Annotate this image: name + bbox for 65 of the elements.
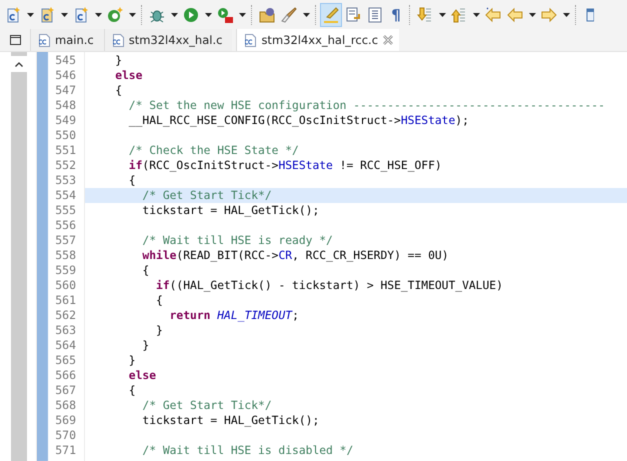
pilcrow-button[interactable]: ¶ — [386, 2, 406, 26]
line-number: 548 — [54, 98, 77, 113]
c-file-icon — [112, 34, 124, 46]
line-number: 550 — [54, 128, 77, 143]
dropdown-caret-icon — [204, 12, 212, 16]
back-arrow-icon — [485, 6, 501, 22]
chevron-up-icon — [15, 62, 23, 66]
dropdown-caret-icon — [60, 12, 68, 16]
line-number: 549 — [54, 113, 77, 128]
line-number: 561 — [54, 293, 77, 308]
line-number: 569 — [54, 413, 77, 428]
c-file-icon — [39, 34, 50, 46]
up-arrow-icon — [451, 6, 467, 22]
line-number: 566 — [54, 368, 77, 383]
dropdown-caret-icon — [128, 12, 136, 16]
line-number: 564 — [54, 338, 77, 353]
dropdown-caret-icon — [528, 12, 536, 16]
c-file-icon — [245, 34, 256, 46]
brush-icon — [281, 6, 297, 22]
run-icon — [183, 6, 199, 22]
highlighter-icon — [323, 6, 339, 22]
dropdown-caret-icon — [472, 12, 480, 16]
line-number: 571 — [54, 443, 77, 458]
document-arrow-icon — [345, 6, 361, 22]
line-number: 559 — [54, 263, 77, 278]
document-lines-icon — [367, 6, 383, 22]
line-number: 556 — [54, 218, 77, 233]
line-number: 568 — [54, 398, 77, 413]
new-file-icon — [73, 6, 89, 22]
line-number: 545 — [54, 53, 77, 68]
close-icon[interactable] — [383, 35, 394, 45]
editor-tab[interactable]: stm32l4xx_hal_rcc.c — [236, 29, 400, 51]
new-file-icon — [39, 6, 55, 22]
run-stop-icon — [217, 6, 233, 22]
line-number: 557 — [54, 233, 77, 248]
line-number: 553 — [54, 173, 77, 188]
line-number: 547 — [54, 83, 77, 98]
line-number: 546 — [54, 68, 77, 83]
line-number: 565 — [54, 353, 77, 368]
dropdown-caret-icon — [302, 12, 310, 16]
line-number: 570 — [54, 428, 77, 443]
line-number: 554 — [54, 188, 77, 203]
dropdown-caret-icon — [438, 12, 446, 16]
line-number: 562 — [54, 308, 77, 323]
dropdown-caret-icon — [562, 12, 570, 16]
line-number: 563 — [54, 323, 77, 338]
line-number: 560 — [54, 278, 77, 293]
line-number: 567 — [54, 383, 77, 398]
dropdown-caret-icon — [94, 12, 102, 16]
line-number: 558 — [54, 248, 77, 263]
dropdown-caret-icon — [26, 12, 34, 16]
dropdown-caret-icon — [170, 12, 178, 16]
line-number: 555 — [54, 203, 77, 218]
toolbar-button[interactable] — [320, 2, 342, 26]
dropdown-caret-icon — [238, 12, 246, 16]
minimize-icon — [10, 35, 20, 45]
forward-arrow-icon — [541, 6, 557, 22]
open-folder-icon — [259, 6, 275, 22]
new-class-icon — [107, 6, 123, 22]
window-icon — [586, 6, 594, 22]
down-arrow-icon — [417, 6, 433, 22]
line-number: 551 — [54, 143, 77, 158]
new-file-icon — [5, 6, 21, 22]
back-arrow-icon — [507, 6, 523, 22]
line-number: 552 — [54, 158, 77, 173]
